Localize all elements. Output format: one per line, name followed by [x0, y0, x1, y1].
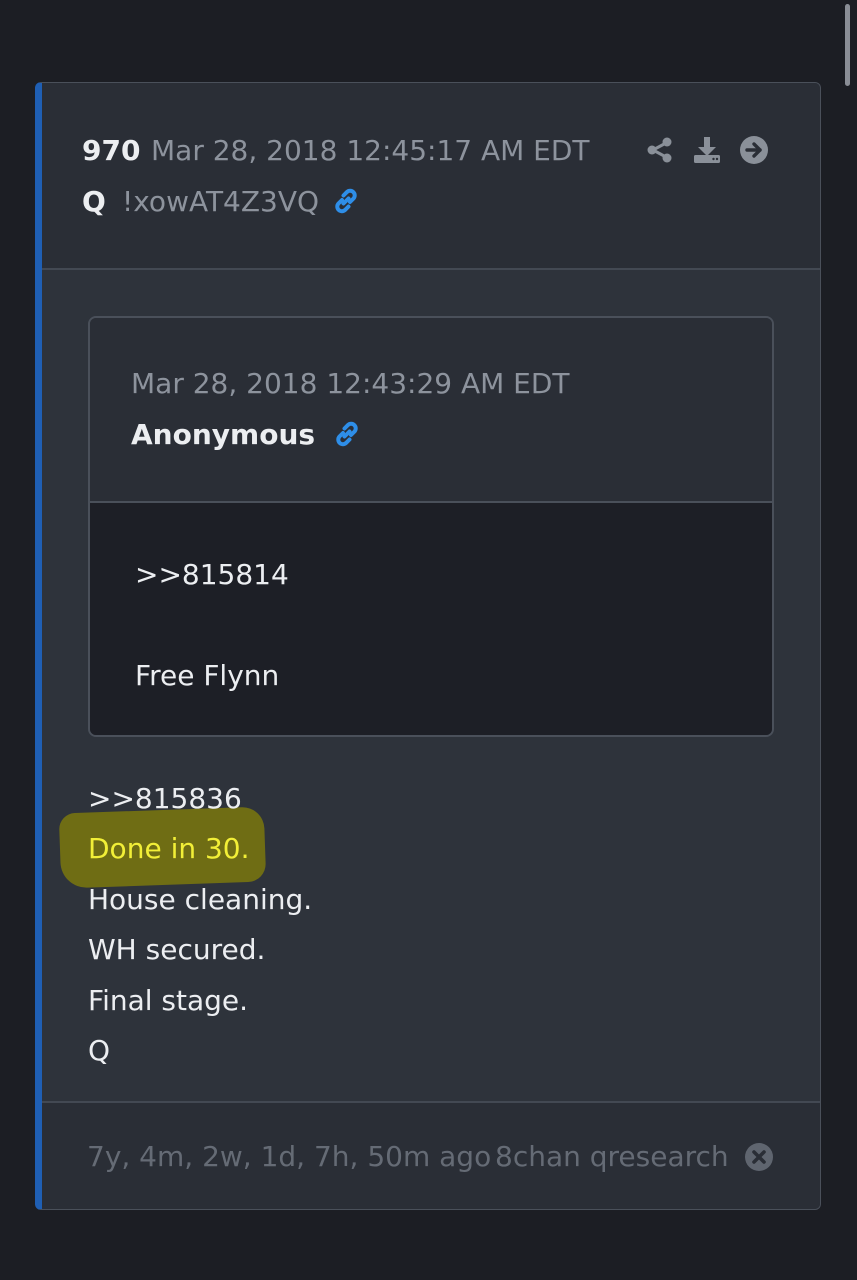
q-post-card: 970 Mar 28, 2018 12:45:17 AM EDT Q !xowA…	[35, 82, 821, 1210]
arrow-circle-right-icon[interactable]	[739, 135, 769, 165]
message-line: Final stage.	[88, 984, 249, 1017]
quoted-post-text: Free Flynn	[135, 659, 280, 692]
post-timestamp: Mar 28, 2018 12:45:17 AM EDT	[151, 134, 590, 167]
share-icon[interactable]	[645, 135, 675, 165]
quoted-post-reference[interactable]: >>815814	[135, 557, 289, 593]
post-tripcode: !xowAT4Z3VQ	[122, 185, 320, 218]
post-author: Q	[82, 185, 106, 218]
close-circle-icon[interactable]	[744, 1142, 774, 1172]
quoted-post-header: Mar 28, 2018 12:43:29 AM EDT Anonymous	[90, 318, 772, 503]
message-signature: Q	[88, 1034, 111, 1067]
post-header: 970 Mar 28, 2018 12:45:17 AM EDT Q !xowA…	[42, 83, 820, 270]
post-number: 970	[82, 134, 141, 167]
page-scrollbar[interactable]	[843, 0, 851, 1280]
download-icon[interactable]	[692, 135, 722, 165]
message-line: House cleaning.	[88, 883, 313, 916]
link-icon[interactable]	[330, 185, 362, 217]
post-source: 8chan qresearch	[495, 1140, 729, 1173]
message-reference[interactable]: >>815836	[88, 781, 242, 817]
quoted-post-timestamp: Mar 28, 2018 12:43:29 AM EDT	[131, 367, 570, 400]
message-line: WH secured.	[88, 933, 266, 966]
post-age: 7y, 4m, 2w, 1d, 7h, 50m ago	[87, 1140, 492, 1173]
quoted-post: Mar 28, 2018 12:43:29 AM EDT Anonymous >…	[88, 316, 774, 737]
quoted-post-author: Anonymous	[131, 418, 316, 451]
quoted-post-body: >>815814 Free Flynn	[90, 503, 772, 735]
scrollbar-thumb[interactable]	[845, 4, 850, 86]
message-line-highlighted: Done in 30.	[88, 832, 250, 865]
link-icon[interactable]	[331, 418, 363, 450]
post-footer: 7y, 4m, 2w, 1d, 7h, 50m ago 8chan qresea…	[42, 1101, 820, 1209]
